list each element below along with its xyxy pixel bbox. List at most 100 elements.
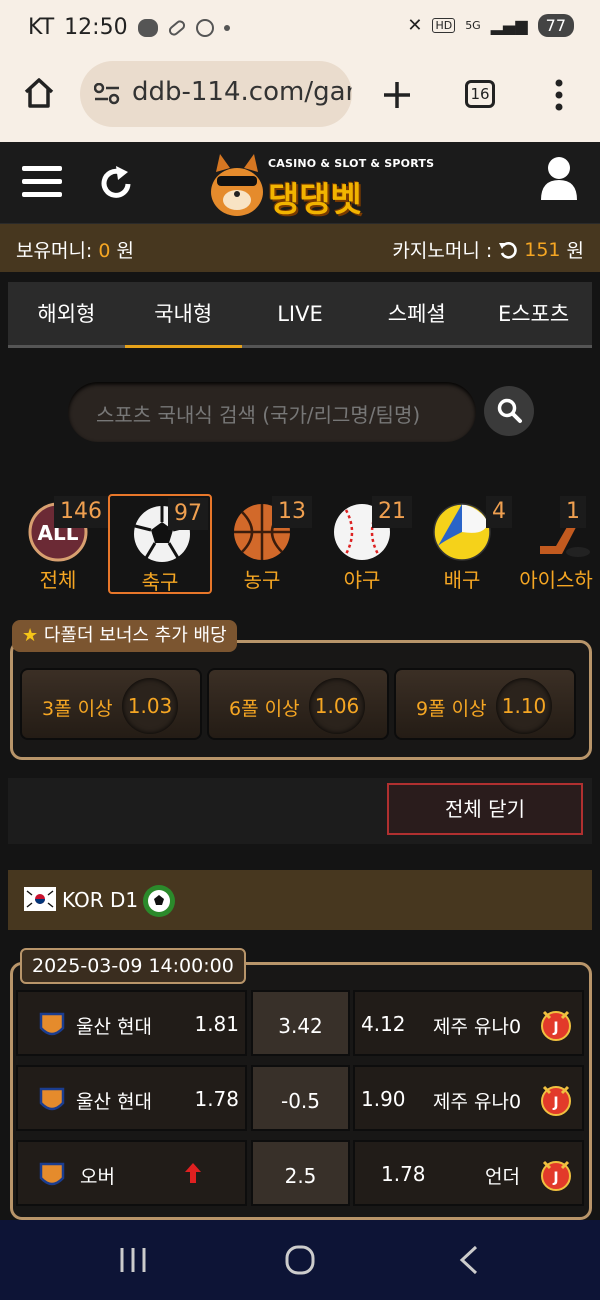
sport-count: 1	[560, 496, 586, 528]
money-value: 0	[98, 240, 111, 262]
kakao-icon	[137, 18, 158, 37]
more-menu-icon[interactable]	[553, 78, 565, 112]
5g-icon: 5G	[465, 19, 481, 32]
sport-label: 축구	[141, 570, 179, 594]
search-icon	[497, 398, 522, 423]
svg-text:J: J	[552, 1170, 558, 1186]
money-balance: 보유머니: 0 원	[16, 236, 134, 263]
tab-domestic[interactable]: 국내형	[124, 282, 242, 348]
sport-count: 97	[168, 498, 208, 530]
signal-icon: ▂▄▆	[490, 16, 528, 35]
back-icon[interactable]	[456, 1244, 480, 1276]
mute-icon: ✕	[407, 15, 423, 36]
home-odd-button[interactable]: 울산 현대 1.81	[16, 990, 247, 1056]
tab-switcher[interactable]: 16	[465, 80, 495, 108]
bonus-3-fold[interactable]: 3폴 이상 1.03	[20, 668, 202, 740]
home-nav-icon[interactable]	[284, 1244, 316, 1276]
svg-text:J: J	[552, 1095, 558, 1111]
sport-label: 전체	[39, 568, 77, 592]
logo-subtitle: CASINO & SLOT & SPORTS	[268, 157, 435, 170]
bonus-9-fold[interactable]: 9폴 이상 1.10	[394, 668, 576, 740]
match-datetime: 2025-03-09 14:00:00	[20, 948, 246, 984]
address-bar[interactable]: ddb-114.com/gar	[80, 61, 352, 127]
battery-indicator: 77	[537, 14, 574, 37]
new-tab-icon[interactable]	[382, 80, 412, 110]
sport-label: 농구	[243, 568, 281, 592]
browser-toolbar: ddb-114.com/gar 16	[0, 58, 600, 142]
league-name: KOR D1	[62, 888, 139, 912]
mascot-logo	[211, 154, 263, 216]
tab-esports[interactable]: E스포츠	[475, 282, 592, 345]
sport-count: 13	[272, 496, 312, 528]
away-team-logo: J	[541, 1010, 571, 1041]
arrow-up-icon	[185, 1163, 201, 1183]
handicap-line: -0.5	[251, 1065, 350, 1131]
search-button[interactable]	[484, 386, 534, 436]
recent-apps-icon[interactable]	[118, 1246, 148, 1274]
casino-unit: 원	[566, 240, 584, 262]
sport-basketball[interactable]: 13 농구	[210, 494, 314, 594]
away-handicap-button[interactable]: 1.90 제주 유나0 J	[353, 1065, 584, 1131]
home-team-logo	[39, 1087, 65, 1111]
sports-search-input[interactable]: 스포츠 국내식 검색 (국가/리그명/팀명)	[68, 382, 476, 442]
home-team-logo	[39, 1162, 65, 1186]
site-settings-icon[interactable]	[94, 83, 120, 105]
casino-refresh-icon[interactable]	[498, 240, 518, 260]
bonus-title: ★ 다폴더 보너스 추가 배당	[12, 620, 237, 652]
betting-type-tabs: 해외형 국내형 LIVE 스페셜 E스포츠	[8, 282, 592, 348]
pill-icon	[166, 17, 187, 38]
casino-value: 151	[524, 238, 561, 261]
draw-odd-button[interactable]: 3.42	[251, 990, 350, 1056]
sport-label: 야구	[343, 568, 381, 592]
bonus-6-fold[interactable]: 6폴 이상 1.06	[207, 668, 389, 740]
korea-flag-icon	[24, 887, 56, 911]
hamburger-menu-icon[interactable]	[22, 164, 62, 200]
home-team-logo	[39, 1012, 65, 1036]
over-button[interactable]: 오버	[16, 1140, 247, 1206]
home-handicap-button[interactable]: 울산 현대 1.78	[16, 1065, 247, 1131]
sport-soccer[interactable]: 97 축구	[108, 494, 212, 594]
hd-icon: HD	[432, 18, 456, 33]
away-team-logo: J	[541, 1085, 571, 1116]
sport-label: 아이스하	[519, 568, 593, 592]
url-text: ddb-114.com/gar	[132, 77, 352, 107]
sport-all[interactable]: ALL 146 전체	[6, 494, 110, 594]
clock: 12:50	[64, 15, 128, 40]
refresh-icon[interactable]	[100, 164, 134, 200]
dot-icon	[223, 24, 230, 31]
user-profile-icon[interactable]	[540, 156, 578, 200]
money-unit: 원	[116, 240, 134, 262]
sport-icehockey[interactable]: 1 아이스하	[512, 494, 600, 594]
status-bar: KT 12:50 ✕ HD 5G ▂▄▆ 77	[0, 0, 600, 58]
sport-count: 21	[372, 496, 412, 528]
svg-text:J: J	[552, 1020, 558, 1036]
star-icon: ★	[22, 625, 39, 646]
sport-baseball[interactable]: 21 야구	[310, 494, 414, 594]
sport-label: 배구	[443, 568, 481, 592]
away-odd-button[interactable]: 4.12 제주 유나0 J	[353, 990, 584, 1056]
logo-text: 댕댕벳	[268, 180, 362, 220]
soccer-icon	[195, 18, 214, 37]
volleyball-icon	[433, 503, 491, 561]
sport-count: 146	[54, 496, 108, 528]
site-header: CASINO & SLOT & SPORTS 댕댕벳	[0, 142, 600, 224]
money-label: 보유머니:	[16, 240, 93, 262]
under-button[interactable]: 1.78 언더 J	[353, 1140, 584, 1206]
sport-count: 4	[486, 496, 512, 528]
tab-live[interactable]: LIVE	[242, 282, 359, 345]
away-team-logo: J	[541, 1160, 571, 1191]
carrier: KT	[28, 15, 55, 40]
sport-volleyball[interactable]: 4 배구	[410, 494, 514, 594]
home-icon[interactable]	[22, 76, 56, 110]
soccer-badge-icon	[143, 885, 175, 917]
tab-overseas[interactable]: 해외형	[8, 282, 125, 345]
casino-balance: 카지노머니 : 151 원	[392, 236, 584, 263]
casino-label: 카지노머니 :	[392, 240, 493, 262]
system-nav-bar	[0, 1220, 600, 1300]
close-all-button[interactable]: 전체 닫기	[387, 783, 583, 835]
tab-special[interactable]: 스페셜	[358, 282, 475, 345]
search-placeholder: 스포츠 국내식 검색 (국가/리그명/팀명)	[96, 403, 421, 427]
total-line: 2.5	[251, 1140, 350, 1206]
balance-bar: 보유머니: 0 원 카지노머니 : 151 원	[0, 224, 600, 272]
league-header[interactable]: KOR D1	[8, 870, 592, 930]
